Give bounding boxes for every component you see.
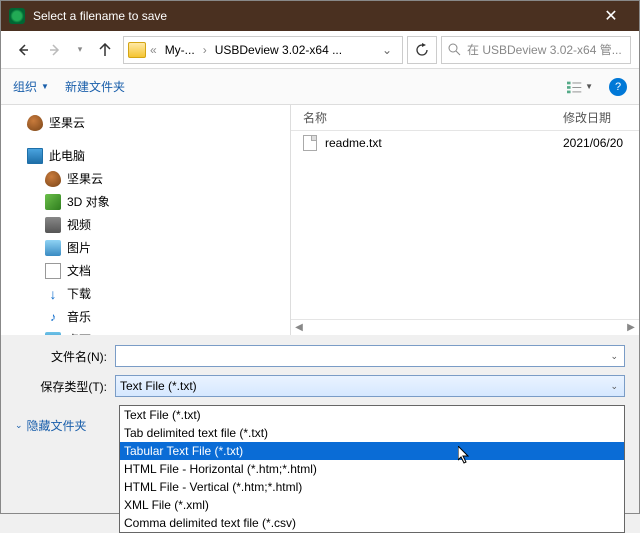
window-title: Select a filename to save — [33, 9, 591, 23]
up-button[interactable] — [91, 36, 119, 64]
tree-item-nutcloud[interactable]: 坚果云 — [5, 111, 286, 134]
chevron-down-icon: ⌄ — [15, 420, 23, 431]
tree-item-nutcloud2[interactable]: 坚果云 — [5, 167, 286, 190]
organize-menu[interactable]: 组织 ▼ — [13, 78, 49, 95]
video-icon — [45, 217, 61, 233]
arrow-left-icon — [16, 43, 30, 57]
filetype-option[interactable]: Tabular Text File (*.txt) — [120, 442, 624, 460]
search-placeholder: 在 USBDeview 3.02-x64 管... — [467, 41, 622, 58]
back-button[interactable] — [9, 36, 37, 64]
refresh-button[interactable] — [407, 36, 437, 64]
chevron-down-icon[interactable]: ⌄ — [376, 43, 398, 57]
tree-item-downloads[interactable]: ↓下载 — [5, 282, 286, 305]
nut-icon — [27, 115, 43, 131]
tree-item-thispc[interactable]: 此电脑 — [5, 144, 286, 167]
file-name: readme.txt — [325, 136, 555, 150]
close-button[interactable]: ✕ — [591, 1, 631, 31]
breadcrumb-item[interactable]: My-... — [161, 43, 199, 57]
music-icon: ♪ — [45, 309, 61, 325]
file-date: 2021/06/20 — [563, 136, 623, 150]
toolbar: 组织 ▼ 新建文件夹 ▼ ? — [1, 69, 639, 105]
filetype-option[interactable]: Comma delimited text file (*.csv) — [120, 514, 624, 532]
list-view-icon — [567, 80, 583, 94]
pc-icon — [27, 148, 43, 164]
chevron-down-icon[interactable]: ⌄ — [608, 351, 620, 362]
breadcrumb-sep-icon: « — [148, 43, 159, 57]
new-folder-button[interactable]: 新建文件夹 — [65, 78, 125, 95]
breadcrumb[interactable]: « My-... › USBDeview 3.02-x64 ... ⌄ — [123, 36, 403, 64]
recent-button[interactable]: ▾ — [73, 36, 87, 64]
chevron-down-icon[interactable]: ⌄ — [608, 381, 620, 392]
chevron-down-icon: ▼ — [41, 82, 49, 91]
forward-button[interactable] — [41, 36, 69, 64]
file-row[interactable]: readme.txt 2021/06/20 — [291, 131, 639, 155]
file-list: 名称 修改日期 readme.txt 2021/06/20 ◀ ▶ — [291, 105, 639, 335]
help-button[interactable]: ? — [609, 78, 627, 96]
search-input[interactable]: 在 USBDeview 3.02-x64 管... — [441, 36, 631, 64]
nut-icon — [45, 171, 61, 187]
view-mode-button[interactable]: ▼ — [567, 76, 593, 98]
tree-item-video[interactable]: 视频 — [5, 213, 286, 236]
filetype-label: 保存类型(T): — [15, 378, 115, 395]
body-area: 坚果云 此电脑 坚果云 3D 对象 视频 图片 文档 ↓下载 ♪音乐 桌面 名称… — [1, 105, 639, 335]
breadcrumb-item[interactable]: USBDeview 3.02-x64 ... — [211, 43, 346, 57]
nav-bar: ▾ « My-... › USBDeview 3.02-x64 ... ⌄ 在 … — [1, 31, 639, 69]
filetype-option[interactable]: Text File (*.txt) — [120, 406, 624, 424]
filetype-option[interactable]: HTML File - Vertical (*.htm;*.html) — [120, 478, 624, 496]
chevron-right-icon: › — [201, 43, 209, 57]
download-icon: ↓ — [45, 286, 61, 302]
refresh-icon — [415, 43, 429, 57]
arrow-up-icon — [98, 43, 112, 57]
filename-label: 文件名(N): — [15, 348, 115, 365]
filetype-option[interactable]: HTML File - Horizontal (*.htm;*.html) — [120, 460, 624, 478]
arrow-right-icon — [48, 43, 62, 57]
tree-item-documents[interactable]: 文档 — [5, 259, 286, 282]
text-file-icon — [303, 135, 317, 151]
filetype-option[interactable]: Tab delimited text file (*.txt) — [120, 424, 624, 442]
filetype-option[interactable]: XML File (*.xml) — [120, 496, 624, 514]
filename-input[interactable]: ⌄ — [115, 345, 625, 367]
filetype-select[interactable]: Text File (*.txt) ⌄ — [115, 375, 625, 397]
tree-item-3d[interactable]: 3D 对象 — [5, 190, 286, 213]
file-list-header[interactable]: 名称 修改日期 — [291, 105, 639, 131]
tree-item-pictures[interactable]: 图片 — [5, 236, 286, 259]
folder-icon — [128, 42, 146, 58]
app-icon — [9, 8, 25, 24]
tree-item-music[interactable]: ♪音乐 — [5, 305, 286, 328]
folder-tree[interactable]: 坚果云 此电脑 坚果云 3D 对象 视频 图片 文档 ↓下载 ♪音乐 桌面 — [1, 105, 291, 335]
picture-icon — [45, 240, 61, 256]
horizontal-scrollbar[interactable]: ◀ ▶ — [291, 319, 639, 335]
bottom-panel: 文件名(N): ⌄ 保存类型(T): Text File (*.txt) ⌄ ⌄… — [1, 335, 639, 440]
document-icon — [45, 263, 61, 279]
file-list-body[interactable]: readme.txt 2021/06/20 — [291, 131, 639, 319]
tree-item-desktop[interactable]: 桌面 — [5, 328, 286, 335]
scroll-left-icon[interactable]: ◀ — [291, 322, 307, 333]
column-date[interactable]: 修改日期 — [551, 109, 623, 126]
cube-icon — [45, 194, 61, 210]
hide-folders-toggle[interactable]: ⌄ 隐藏文件夹 — [15, 417, 87, 434]
search-icon — [448, 43, 461, 56]
scroll-right-icon[interactable]: ▶ — [623, 322, 639, 333]
column-name[interactable]: 名称 — [291, 109, 551, 126]
title-bar: Select a filename to save ✕ — [1, 1, 639, 31]
